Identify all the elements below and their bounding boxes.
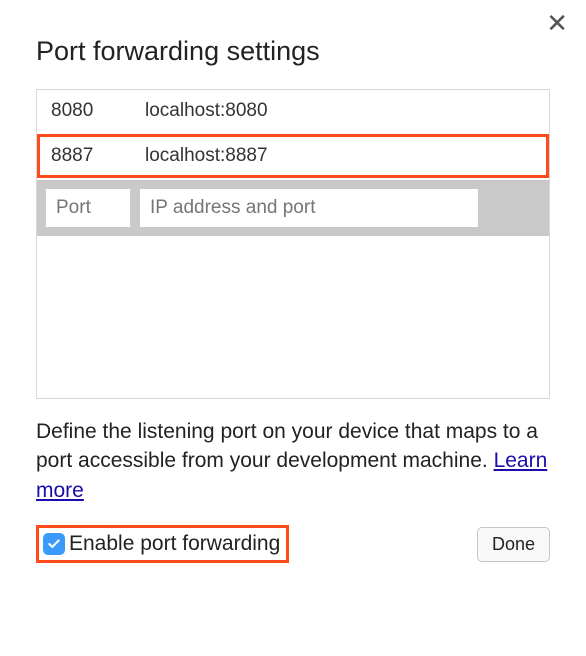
port-forwarding-dialog: ✕ Port forwarding settings 8080 localhos… <box>0 0 586 656</box>
port-cell: 8887 <box>51 145 145 167</box>
description-body: Define the listening port on your device… <box>36 420 538 472</box>
checkbox-label: Enable port forwarding <box>69 532 280 556</box>
table-row[interactable]: 8887 localhost:8887 <box>37 134 549 178</box>
address-cell: localhost:8080 <box>145 100 535 122</box>
port-input[interactable] <box>45 188 131 228</box>
address-cell: localhost:8887 <box>145 145 535 167</box>
checkbox-icon <box>43 533 65 555</box>
close-icon[interactable]: ✕ <box>546 10 568 36</box>
new-mapping-row <box>37 180 549 236</box>
done-button[interactable]: Done <box>477 527 550 562</box>
table-row[interactable]: 8080 localhost:8080 <box>37 90 549 132</box>
description-text: Define the listening port on your device… <box>36 417 550 505</box>
dialog-footer: Enable port forwarding Done <box>36 525 550 563</box>
port-cell: 8080 <box>51 100 145 122</box>
address-input[interactable] <box>139 188 479 228</box>
port-mappings-list: 8080 localhost:8080 8887 localhost:8887 <box>36 89 550 399</box>
enable-forwarding-checkbox[interactable]: Enable port forwarding <box>36 525 289 563</box>
dialog-title: Port forwarding settings <box>36 36 550 67</box>
